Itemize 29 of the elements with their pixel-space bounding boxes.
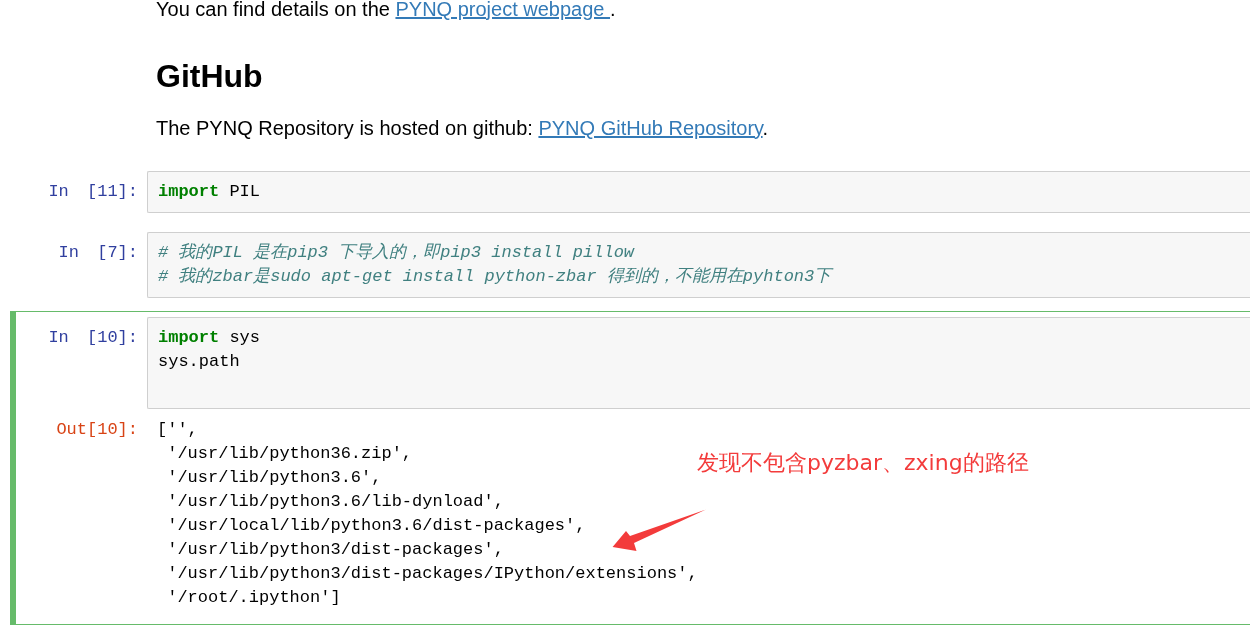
code-line: import PIL <box>158 181 261 203</box>
code-input-box[interactable]: import sys sys.path <box>147 317 1250 409</box>
notebook-cell[interactable] <box>10 311 1250 625</box>
paragraph-text: You can find details on the PYNQ project webpage . <box>156 0 616 21</box>
output-line: '/usr/lib/python36.zip', <box>166 443 413 465</box>
input-prompt: In [7]: <box>57 242 139 264</box>
code-line: sys.path <box>158 351 240 373</box>
link[interactable]: PYNQ GitHub Repository <box>538 117 763 139</box>
paragraph-text: The PYNQ Repository is hosted on github: PYNQ GitHub Repository. <box>156 116 769 140</box>
section-heading: GitHub <box>156 57 263 95</box>
link[interactable]: PYNQ project webpage <box>395 0 610 20</box>
output-line: '/usr/lib/python3.6', <box>166 467 382 489</box>
output-prompt: Out[10]: <box>55 419 139 441</box>
input-prompt: In [10]: <box>47 327 139 349</box>
comment-line: # 我的zbar是sudo apt-get install python-zbar 得到的，不能用在pyhton3下 <box>158 266 832 288</box>
output-line: '/root/.ipython'] <box>166 587 341 609</box>
output-line: '/usr/lib/python3.6/lib-dynload', <box>166 491 504 513</box>
output-line: ['', <box>157 419 198 441</box>
comment-line: # 我的PIL 是在pip3 下导入的，即pip3 install pillow <box>158 242 635 264</box>
code-input-box[interactable]: # 我的PIL 是在pip3 下导入的，即pip3 install pillow # 我的zbar是sudo apt-get install python-zbar 得到的，不能用在pyhton3下 <box>147 232 1250 298</box>
notebook-cell[interactable]: In [7]: # 我的PIL 是在pip3 下导入的，即pip3 install pillow # 我的zbar是sudo apt-get install python-zbar 得到的，不能用在pyhton3下 <box>10 226 1250 304</box>
code-input-box[interactable]: import PIL <box>147 171 1250 213</box>
output-line: '/usr/lib/python3/dist-packages', <box>166 539 504 561</box>
code-line: import sys <box>158 327 261 349</box>
annotation-text: 发现不包含pyzbar、zxing的路径 <box>697 449 1029 477</box>
output-line: '/usr/local/lib/python3.6/dist-packages', <box>166 515 586 537</box>
input-prompt: In [11]: <box>47 181 139 203</box>
output-line: '/usr/lib/python3/dist-packages/IPython/extensions', <box>166 563 698 585</box>
notebook-cell[interactable]: In [11]: import PIL <box>10 165 1250 219</box>
